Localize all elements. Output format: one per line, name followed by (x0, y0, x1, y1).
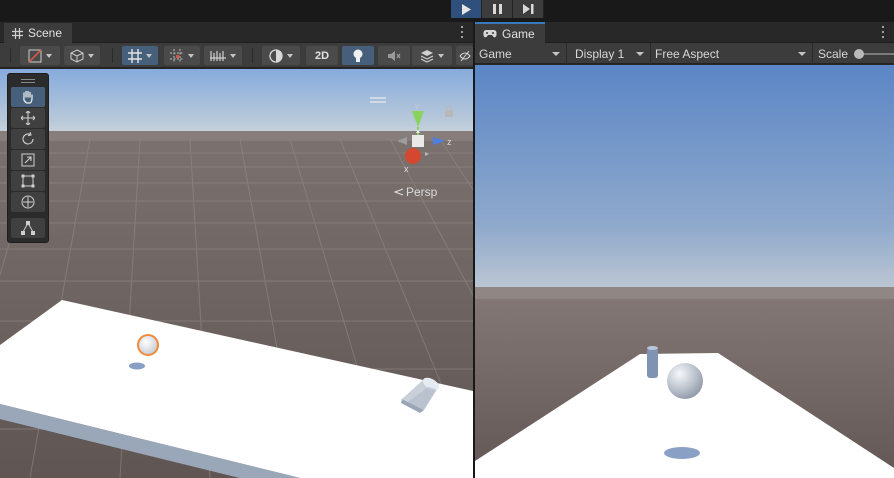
unity-editor: Scene 2D y z x Persp Game Game Display 1… (0, 0, 894, 478)
effects-dropdown[interactable] (412, 46, 452, 65)
game-sky (475, 65, 894, 295)
game-viewport[interactable] (475, 65, 894, 478)
increment-snap-icon (170, 48, 184, 63)
gizmo-y-label: y (415, 102, 419, 111)
transform-tool[interactable] (11, 192, 45, 212)
chevron-down-icon (636, 52, 644, 56)
orientation-gizmo[interactable]: y z x (385, 97, 455, 182)
selected-sphere[interactable] (137, 334, 159, 356)
scene-visibility-icon (269, 48, 283, 63)
scale-slider-thumb[interactable] (854, 48, 865, 59)
move-tool[interactable] (11, 108, 45, 128)
tool-palette-grip[interactable] (11, 76, 45, 86)
audio-toggle[interactable] (378, 46, 410, 65)
increment-snap-toggle[interactable] (164, 46, 200, 65)
hidden-objects-toggle[interactable] (456, 46, 473, 65)
playmode-controls (451, 0, 544, 18)
scale-tool[interactable] (11, 150, 45, 170)
scene-camera-dropdown[interactable] (64, 46, 100, 65)
tool-palette (7, 73, 49, 243)
tab-scene-label: Scene (28, 26, 63, 40)
pause-button[interactable] (482, 0, 513, 18)
move-icon (21, 111, 35, 125)
toolbar-separator (112, 48, 113, 63)
grid-snap-icon (128, 48, 142, 63)
lightbulb-icon (353, 49, 363, 62)
scene-toolbar: 2D (0, 43, 473, 68)
tab-game-label: Game (502, 26, 535, 41)
transform-icon (21, 195, 35, 209)
sphere-shadow (129, 362, 145, 370)
hand-icon (23, 90, 33, 104)
chevron-down-icon (552, 52, 560, 56)
toggle-2d-button[interactable]: 2D (306, 46, 338, 65)
display-value: Display 1 (575, 46, 625, 61)
toolbar-grip (10, 48, 11, 63)
rect-tool[interactable] (11, 171, 45, 191)
scale-slider[interactable] (854, 48, 894, 59)
chevron-down-icon (798, 52, 806, 56)
game-tab-menu-icon[interactable] (878, 25, 888, 39)
game-view: Game Game Display 1 Free Aspect Scale (475, 22, 894, 478)
scene-camera-icon (70, 48, 84, 63)
scene-hidden-icon (458, 50, 471, 61)
step-button[interactable] (513, 0, 544, 18)
game-render (475, 65, 894, 478)
projection-label: Persp (406, 185, 438, 199)
custom-tool-icon (21, 221, 35, 235)
custom-tool[interactable] (11, 218, 45, 238)
view-type-value: Game (479, 46, 512, 61)
scene-tab-menu-icon[interactable] (457, 25, 467, 39)
rotate-icon (22, 132, 34, 145)
scene-tabstrip: Scene (0, 22, 473, 43)
scene-view: Scene 2D y z x Persp (0, 22, 473, 478)
perspective-icon (394, 188, 404, 196)
display-select[interactable]: Display 1 (571, 43, 651, 64)
scale-icon (21, 153, 35, 167)
scale-label: Scale (818, 46, 849, 61)
draw-mode-dropdown[interactable] (20, 46, 60, 65)
game-toolbar: Game Display 1 Free Aspect Scale (475, 43, 894, 64)
hand-tool[interactable] (11, 87, 45, 107)
game-tabstrip: Game (475, 22, 894, 43)
rulers-icon (210, 50, 226, 61)
lighting-toggle[interactable] (342, 46, 374, 65)
rotate-tool[interactable] (11, 129, 45, 149)
game-sphere-shadow (664, 447, 700, 459)
step-icon (522, 4, 533, 14)
game-cylinder (647, 346, 658, 378)
scene-visibility-dropdown[interactable] (262, 46, 300, 65)
playmode-toolbar (0, 0, 894, 20)
gizmo-z-label: z (447, 137, 452, 147)
tab-scene[interactable]: Scene (4, 23, 73, 43)
grid-icon (12, 27, 23, 39)
pause-icon (492, 4, 502, 14)
grid-snap-toggle[interactable] (122, 46, 158, 65)
view-type-select[interactable]: Game (475, 43, 567, 64)
gizmo-x-label: x (404, 164, 409, 174)
tab-game[interactable]: Game (475, 22, 545, 43)
aspect-value: Free Aspect (655, 46, 720, 61)
scene-viewport[interactable]: y z x Persp (0, 69, 473, 478)
play-icon (462, 3, 471, 15)
game-sphere (667, 363, 703, 399)
audio-mute-icon (388, 50, 401, 61)
play-button[interactable] (451, 0, 482, 18)
effects-icon (420, 49, 434, 63)
projection-toggle[interactable]: Persp (394, 185, 437, 199)
gamepad-icon (483, 29, 497, 37)
shaded-draw-mode-icon (28, 48, 42, 63)
rect-transform-icon (21, 174, 35, 188)
toolbar-separator-2 (252, 48, 253, 63)
view-options-icon[interactable] (370, 97, 386, 105)
scale-control: Scale (818, 43, 894, 64)
aspect-select[interactable]: Free Aspect (651, 43, 813, 64)
rulers-dropdown[interactable] (204, 46, 242, 65)
toggle-2d-label: 2D (314, 49, 330, 62)
